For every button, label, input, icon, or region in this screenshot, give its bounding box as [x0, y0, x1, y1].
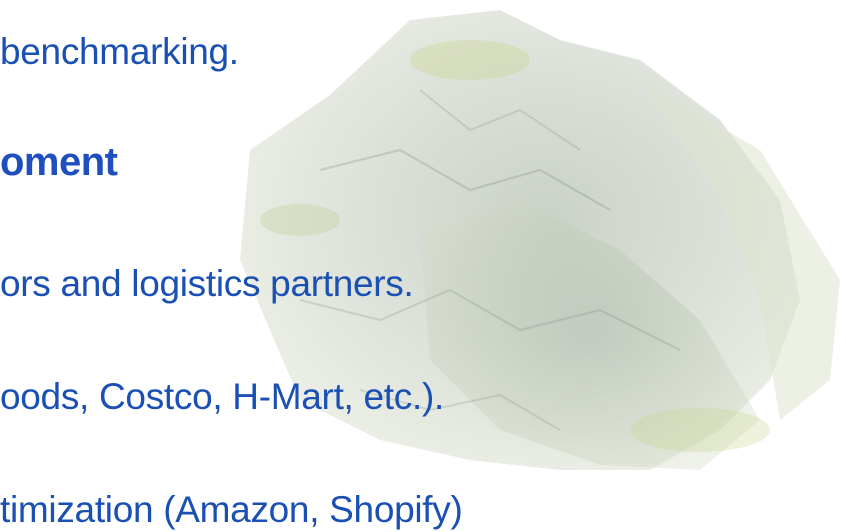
seaweed-sheet-photo	[240, 10, 840, 470]
text-line-1: benchmarking.	[0, 31, 239, 72]
section-heading: oment	[0, 140, 118, 184]
text-line-3: oods, Costco, H-Mart, etc.).	[0, 376, 444, 417]
text-line-2: ors and logistics partners.	[0, 263, 414, 304]
text-line-4: timization (Amazon, Shopify)	[0, 489, 463, 530]
